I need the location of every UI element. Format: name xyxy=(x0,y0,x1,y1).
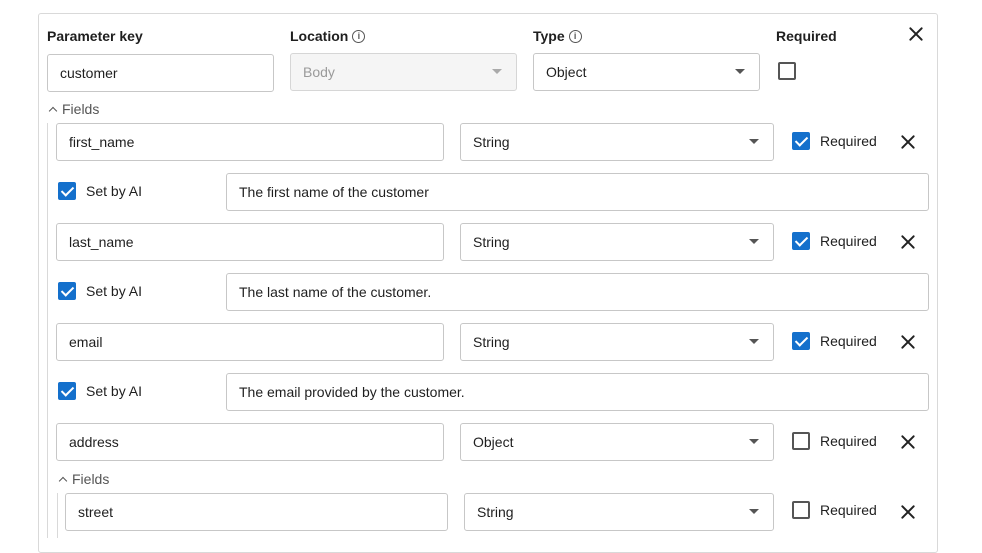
field-description-value: The last name of the customer. xyxy=(239,284,432,300)
field-type-value: String xyxy=(477,504,514,520)
caret-down-icon xyxy=(749,139,759,144)
nested-field-type-select[interactable]: String xyxy=(464,493,774,531)
type-value: Object xyxy=(546,64,587,80)
field-required-label: Required xyxy=(820,233,877,249)
close-icon[interactable] xyxy=(899,433,917,451)
nested-field-required-checkbox[interactable] xyxy=(792,501,810,519)
caret-down-icon xyxy=(749,439,759,444)
field-type-select[interactable]: String xyxy=(460,223,774,261)
caret-down-icon xyxy=(749,339,759,344)
field-type-value: String xyxy=(473,334,510,350)
close-icon[interactable] xyxy=(907,25,925,43)
field-name-value: address xyxy=(69,434,119,450)
field-description-input[interactable]: The email provided by the customer. xyxy=(226,373,929,411)
nested-fields-collapse-toggle[interactable]: Fields xyxy=(58,471,110,487)
set-by-ai-label: Set by AI xyxy=(86,183,143,199)
field-required-label: Required xyxy=(820,333,877,349)
info-icon[interactable]: i xyxy=(568,29,582,43)
nested-fields-indent-line xyxy=(57,493,58,538)
caret-down-icon xyxy=(735,69,745,74)
fields-collapse-toggle[interactable]: Fields xyxy=(48,101,100,117)
field-type-value: String xyxy=(473,134,510,150)
chevron-up-icon xyxy=(58,476,68,485)
set-by-ai-checkbox[interactable] xyxy=(58,182,76,200)
parameter-key-label: Parameter key xyxy=(47,28,143,44)
caret-down-icon xyxy=(749,509,759,514)
info-icon[interactable]: i xyxy=(352,29,366,43)
fields-label: Fields xyxy=(62,101,100,117)
field-name-input[interactable]: first_name xyxy=(56,123,444,161)
location-select: Body xyxy=(290,53,517,91)
close-icon[interactable] xyxy=(899,233,917,251)
field-type-select[interactable]: Object xyxy=(460,423,774,461)
field-type-value: String xyxy=(473,234,510,250)
field-name-input[interactable]: address xyxy=(56,423,444,461)
chevron-up-icon xyxy=(48,106,58,115)
set-by-ai-checkbox[interactable] xyxy=(58,382,76,400)
field-description-input[interactable]: The last name of the customer. xyxy=(226,273,929,311)
field-required-checkbox[interactable] xyxy=(792,432,810,450)
set-by-ai-checkbox[interactable] xyxy=(58,282,76,300)
field-name-value: first_name xyxy=(69,134,135,150)
caret-down-icon xyxy=(749,239,759,244)
parameter-key-value: customer xyxy=(60,65,118,81)
nested-fields-label: Fields xyxy=(72,471,110,487)
required-label: Required xyxy=(776,28,837,44)
required-checkbox[interactable] xyxy=(778,62,796,80)
parameter-key-input[interactable]: customer xyxy=(47,54,274,92)
set-by-ai-label: Set by AI xyxy=(86,383,143,399)
field-description-value: The first name of the customer xyxy=(239,184,429,200)
field-name-value: street xyxy=(78,504,114,520)
caret-down-icon xyxy=(492,69,502,74)
field-required-label: Required xyxy=(820,433,877,449)
field-required-checkbox[interactable] xyxy=(792,332,810,350)
field-name-input[interactable]: last_name xyxy=(56,223,444,261)
parameter-key-label-text: Parameter key xyxy=(47,28,143,44)
location-value: Body xyxy=(303,64,335,80)
field-type-value: Object xyxy=(473,434,514,450)
location-label: Location i xyxy=(290,28,366,44)
field-type-select[interactable]: String xyxy=(460,323,774,361)
field-description-value: The email provided by the customer. xyxy=(239,384,465,400)
field-name-value: email xyxy=(69,334,103,350)
nested-field-name-input[interactable]: street xyxy=(65,493,448,531)
close-icon[interactable] xyxy=(899,133,917,151)
field-required-label: Required xyxy=(820,133,877,149)
location-label-text: Location xyxy=(290,28,349,44)
required-label-text: Required xyxy=(776,28,837,44)
field-name-value: last_name xyxy=(69,234,134,250)
field-type-select[interactable]: String xyxy=(460,123,774,161)
field-description-input[interactable]: The first name of the customer xyxy=(226,173,929,211)
type-select[interactable]: Object xyxy=(533,53,760,91)
field-required-checkbox[interactable] xyxy=(792,132,810,150)
set-by-ai-label: Set by AI xyxy=(86,283,143,299)
fields-indent-line xyxy=(47,123,48,538)
type-label: Type i xyxy=(533,28,582,44)
close-icon[interactable] xyxy=(899,503,917,521)
field-name-input[interactable]: email xyxy=(56,323,444,361)
field-required-label: Required xyxy=(820,502,877,518)
close-icon[interactable] xyxy=(899,333,917,351)
type-label-text: Type xyxy=(533,28,565,44)
field-required-checkbox[interactable] xyxy=(792,232,810,250)
